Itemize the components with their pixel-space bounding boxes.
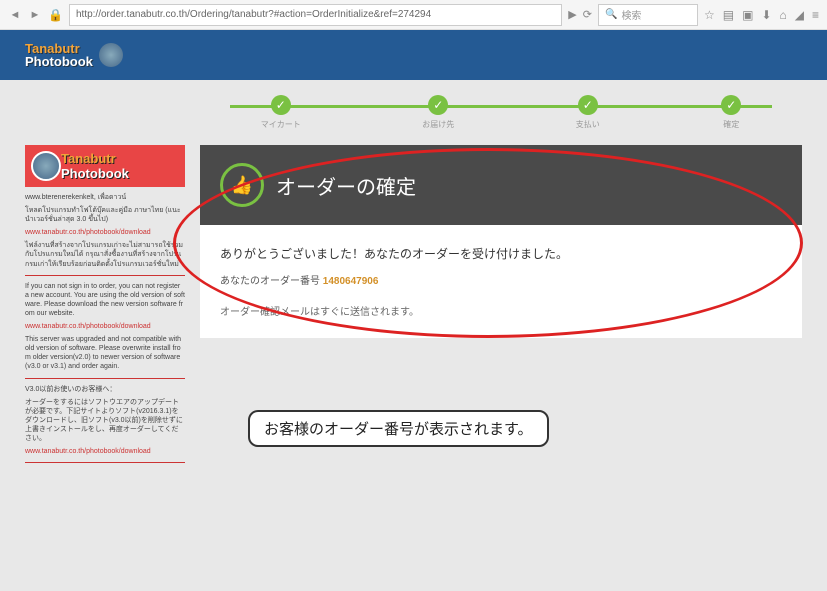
banner-icon [31,151,61,181]
step-payment: ✓ 支払い [576,95,600,130]
check-icon: ✓ [578,95,598,115]
bookmark-icon[interactable]: ▤ [723,8,734,22]
sidebar-text: โหลดโปรแกรมทำโฟโต้บุ๊คและคู่มือ ภาษาไทย … [25,206,185,224]
sidebar-text: If you can not sign in to order, you can… [25,282,185,318]
divider [25,275,185,276]
url-text: http://order.tanabutr.co.th/Ordering/tan… [76,9,431,20]
step-label: お届け先 [422,119,454,130]
check-icon: ✓ [428,95,448,115]
step-label: 支払い [576,119,600,130]
divider [25,378,185,379]
confirm-body: ありがとうございました！あなたのオーダーを受け付けました。 あなたのオーダー番号… [200,225,802,338]
order-number-line: あなたのオーダー番号 1480647906 [220,272,782,287]
menu-icon[interactable]: ≡ [812,8,819,22]
step-label: 確定 [723,119,739,130]
step-cart: ✓ マイカート [261,95,301,130]
go-icon[interactable]: ▶ [568,8,576,21]
thumbs-up-icon: 👍 [220,163,264,207]
order-number-value: 1480647906 [323,276,379,287]
step-label: マイカート [261,119,301,130]
site-header: Tanabutr Photobook [0,30,827,80]
lock-icon: 🔒 [48,8,63,22]
search-placeholder: 検索 [621,7,641,22]
check-icon: ✓ [721,95,741,115]
page-background: Tanabutr Photobook ✓ マイカート ✓ お届け先 ✓ 支払い … [0,30,827,591]
search-bar[interactable]: 🔍 検索 [598,4,698,26]
confirmation-note: オーダー確認メールはすぐに送信されます。 [220,303,782,318]
back-icon[interactable]: ◄ [8,8,22,22]
annotation-callout: お客様のオーダー番号が表示されます。 [248,410,549,447]
divider [25,462,185,463]
check-icon: ✓ [271,95,291,115]
step-shipping: ✓ お届け先 [422,95,454,130]
sidebar-text: This server was upgraded and not compati… [25,335,185,371]
toolbar-icons: ☆ ▤ ▣ ⬇ ⌂ ◢ ≡ [704,8,819,22]
confirm-header: 👍 オーダーの確定 [200,145,802,225]
sidebar-text: オーダーをするにはソフトウエアのアップデートが必要です。下記サイトよりソフト(v… [25,398,185,443]
step-confirm: ✓ 確定 [721,95,741,130]
logo-icon [99,43,123,67]
sidebar-text: ไฟล์งานที่สร้างจากโปรแกรมเก่าจะไม่สามารถ… [25,241,185,268]
sync-icon[interactable]: ◢ [795,8,804,22]
progress-steps: ✓ マイカート ✓ お届け先 ✓ 支払い ✓ 確定 [200,80,802,135]
star-icon[interactable]: ☆ [704,8,715,22]
thanks-message: ありがとうございました！あなたのオーダーを受け付けました。 [220,245,782,262]
page-title: オーダーの確定 [276,171,416,200]
download-icon[interactable]: ⬇ [761,8,771,22]
sidebar-link[interactable]: www.tanabutr.co.th/photobook/download [25,228,185,237]
sidebar-text: V3.0以前お使いのお客様へ： [25,385,185,394]
forward-icon[interactable]: ► [28,8,42,22]
url-bar[interactable]: http://order.tanabutr.co.th/Ordering/tan… [69,4,562,26]
home-icon[interactable]: ⌂ [780,8,787,22]
banner-line2: Photobook [61,166,129,181]
order-number-label: あなたのオーダー番号 [220,276,320,287]
logo-line2: Photobook [25,55,93,68]
sidebar-banner: Tanabutr Photobook [25,145,185,187]
sidebar-link[interactable]: www.tanabutr.co.th/photobook/download [25,322,185,331]
refresh-icon[interactable]: ⟳ [583,8,592,21]
browser-toolbar: ◄ ► 🔒 http://order.tanabutr.co.th/Orderi… [0,0,827,30]
sidebar-text: www.bterenerekenkelt, เพื่อดาวน์ [25,193,185,202]
banner-line1: Tanabutr [61,151,129,166]
search-icon: 🔍 [605,9,617,20]
header-logo[interactable]: Tanabutr Photobook [25,42,123,68]
pocket-icon[interactable]: ▣ [742,8,753,22]
step-connector [230,105,772,108]
sidebar-link[interactable]: www.tanabutr.co.th/photobook/download [25,447,185,456]
sidebar: Tanabutr Photobook www.bterenerekenkelt,… [25,145,185,469]
